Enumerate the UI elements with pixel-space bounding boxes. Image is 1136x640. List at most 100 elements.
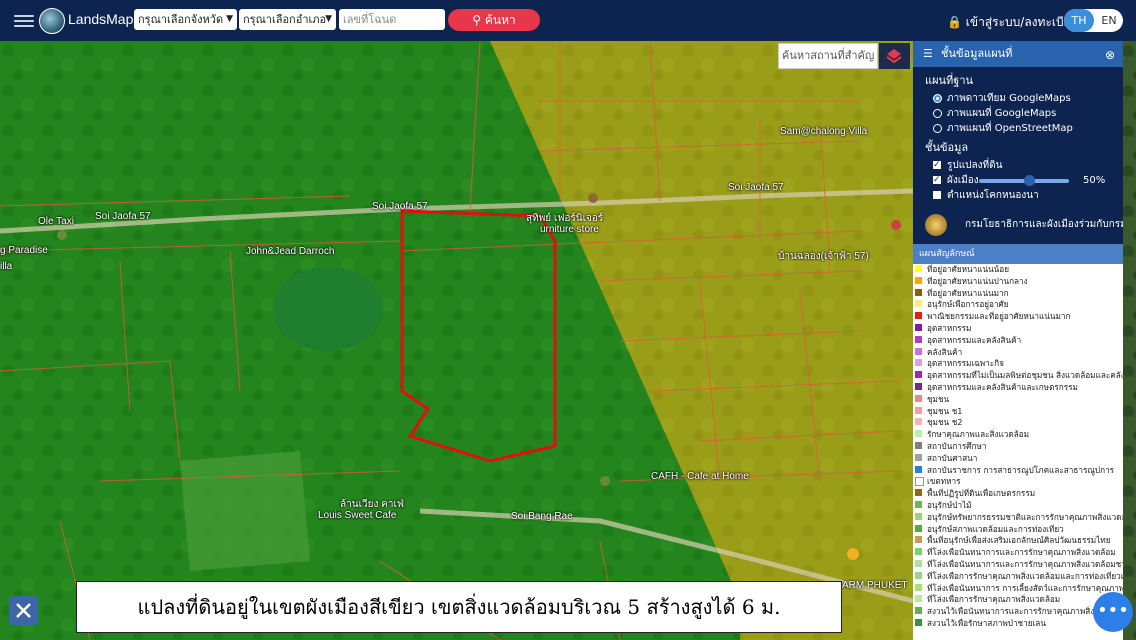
- lang-th-button[interactable]: TH: [1064, 9, 1094, 32]
- legend-item: สถาบันการศึกษา: [913, 441, 1123, 453]
- legend-swatch: [915, 500, 922, 508]
- legend-item: พาณิชยกรรมและที่อยู่อาศัยหนาแน่นมาก: [913, 311, 1123, 323]
- legend-label: พื้นที่ปฏิรูปที่ดินเพื่อเกษตรกรรม: [927, 488, 1036, 499]
- more-icon: •••: [1097, 600, 1129, 621]
- layers-icon: [886, 49, 902, 64]
- legend-item: ที่อยู่อาศัยหนาแน่นมาก: [913, 288, 1123, 300]
- radio-icon[interactable]: [933, 124, 942, 133]
- basemap-option-osm[interactable]: ภาพแผนที่ OpenStreetMap: [925, 121, 1123, 136]
- opacity-slider[interactable]: [979, 175, 1069, 186]
- map-label: ARM PHUKET: [842, 580, 908, 591]
- map-label: g Paradise: [0, 245, 48, 256]
- legend-swatch: [915, 335, 922, 343]
- legend-swatch: [915, 465, 922, 473]
- legend-swatch: [915, 418, 922, 426]
- close-icon[interactable]: ⊗: [1105, 42, 1115, 68]
- caption-box: แปลงที่ดินอยู่ในเขตผังเมืองสีเขียว เขตสิ…: [76, 581, 842, 633]
- map-label: Soi Jaofa 57: [728, 182, 784, 193]
- legend-title: แผนสัญลักษณ์: [913, 244, 1123, 264]
- checkbox-icon[interactable]: [933, 191, 941, 199]
- layers-title: ชั้นข้อมูล: [925, 141, 969, 154]
- place-search-input[interactable]: ค้นหาสถานที่สำคัญ: [778, 43, 878, 69]
- legend-label: สงวนไว้เพื่อรักษาสภาพป่าชายเลน: [927, 617, 1046, 628]
- province-select[interactable]: กรุณาเลือกจังหวัด ▼: [134, 9, 237, 30]
- legend-swatch: [915, 382, 922, 390]
- legend-label: ที่อยู่อาศัยหนาแน่นปานกลาง: [927, 275, 1028, 286]
- legend-label: รักษาคุณภาพและสิ่งแวดล้อม: [927, 429, 1030, 440]
- legend-item: ที่อยู่อาศัยหนาแน่นปานกลาง: [913, 276, 1123, 288]
- checkbox-icon[interactable]: [933, 173, 941, 188]
- opacity-value: 50%: [1083, 175, 1106, 186]
- legend-item: ที่โล่งเพื่อนันทนาการและการรักษาคุณภาพสิ…: [913, 547, 1123, 559]
- legend-item: อนุรักษ์ทรัพยากรธรรมชาติและการรักษาคุณภา…: [913, 512, 1123, 524]
- legend-label: อุตสาหกรรมที่ไม่เป็นมลพิษต่อชุมชน สิ่งแว…: [927, 370, 1123, 381]
- legend-swatch: [915, 441, 922, 449]
- legend-label: ชุมชน ช2: [927, 417, 963, 428]
- search-button[interactable]: ⚲ ค้นหา: [448, 9, 540, 31]
- legend-swatch: [915, 359, 922, 367]
- lang-en-button[interactable]: EN: [1095, 9, 1123, 32]
- layer-toggle-button[interactable]: [879, 43, 910, 69]
- legend-item: ที่โล่งเพื่อการรักษาคุณภาพสิ่งแวดล้อมและ…: [913, 571, 1123, 583]
- legend-label: อนุรักษ์ป่าไม้: [927, 499, 972, 510]
- poi-marker[interactable]: [891, 220, 901, 230]
- legend-item: อุตสาหกรรมที่ไม่เป็นมลพิษต่อชุมชน สิ่งแว…: [913, 370, 1123, 382]
- basemap-label: ภาพแผนที่ OpenStreetMap: [947, 123, 1073, 134]
- radio-icon[interactable]: [933, 109, 942, 118]
- legend-label: อนุรักษ์ทรัพยากรธรรมชาติและการรักษาคุณภา…: [927, 511, 1123, 522]
- map-label: Soi Bang Rae: [511, 511, 573, 522]
- map-label: John&Jead Darroch: [246, 246, 335, 257]
- poi-marker[interactable]: [847, 548, 859, 560]
- legend-label: ที่โล่งเพื่อนันทนาการ การเลี้ยงสัตว์และก…: [927, 582, 1123, 593]
- app-title: LandsMaps: [68, 11, 141, 27]
- basemap-label: ภาพดาวเทียม GoogleMaps: [947, 93, 1071, 104]
- legend-item: อนุรักษ์ป่าไม้: [913, 500, 1123, 512]
- legend-swatch: [915, 571, 922, 579]
- layer-label: ตำแหน่งโคกหนองนา: [947, 190, 1039, 201]
- legend-item: ที่โล่งเพื่อนันทนาการ การเลี้ยงสัตว์และก…: [913, 583, 1123, 595]
- map-label: Soi Jaofa 57: [372, 201, 428, 212]
- legend-item: อุตสาหกรรม: [913, 323, 1123, 335]
- legend-item: สงวนไว้เพื่อนันทนาการและการรักษาคุณภาพสิ…: [913, 606, 1123, 618]
- hamburger-menu-icon[interactable]: [14, 12, 34, 28]
- legend-item: อุตสาหกรรมเฉพาะกิจ: [913, 358, 1123, 370]
- legend-swatch: [915, 347, 922, 355]
- legend-swatch: [915, 300, 922, 308]
- legend-item: เขตทหาร: [913, 476, 1123, 488]
- poi-marker[interactable]: [588, 193, 598, 203]
- layers-icon: ☰: [923, 47, 933, 60]
- checkbox-icon[interactable]: [933, 158, 941, 173]
- legend-item: สถาบันศาสนา: [913, 453, 1123, 465]
- legend-label: อุตสาหกรรม: [927, 322, 972, 333]
- map-label: Ole Taxi: [38, 216, 74, 227]
- deed-number-input[interactable]: เลขที่โฉนด: [339, 9, 445, 30]
- layer-option-parcel[interactable]: รูปแปลงที่ดิน: [925, 158, 1123, 173]
- poi-marker[interactable]: [57, 230, 67, 240]
- poi-marker[interactable]: [600, 476, 610, 486]
- legend-label: คลังสินค้า: [927, 346, 963, 357]
- legend-item: อุตสาหกรรมและคลังสินค้าและเกษตรกรรม: [913, 382, 1123, 394]
- legend-label: เขตทหาร: [927, 476, 961, 487]
- layer-option-cityplan[interactable]: ผังเมือง 50%: [925, 173, 1123, 188]
- layer-label: ผังเมือง: [947, 175, 979, 186]
- login-link[interactable]: 🔒 เข้าสู่ระบบ/ลงทะเบียน: [947, 13, 1079, 32]
- legend-swatch: [915, 548, 922, 556]
- legend-label: พาณิชยกรรมและที่อยู่อาศัยหนาแน่นมาก: [927, 311, 1071, 322]
- radio-icon[interactable]: [933, 94, 942, 103]
- slider-handle[interactable]: [1024, 175, 1035, 186]
- basemap-option-satellite[interactable]: ภาพดาวเทียม GoogleMaps: [925, 91, 1123, 106]
- layer-option-khoknongna[interactable]: ตำแหน่งโคกหนองนา: [925, 188, 1123, 203]
- tools-button[interactable]: [9, 596, 38, 625]
- district-select[interactable]: กรุณาเลือกอำเภอ ▼: [239, 9, 336, 30]
- chevron-down-icon: ▼: [226, 14, 233, 24]
- map-layer-panel: ☰ ชั้นข้อมูลแผนที่ ⊗ แผนที่ฐาน ภาพดาวเที…: [913, 41, 1123, 640]
- lock-icon: 🔒: [947, 15, 962, 29]
- legend-swatch: [915, 288, 922, 296]
- agency-seal-icon: [925, 214, 947, 236]
- chat-button[interactable]: •••: [1093, 592, 1133, 632]
- legend-label: ที่โล่งเพื่อนันทนาการและการรักษาคุณภาพสิ…: [927, 558, 1123, 569]
- district-select-value: กรุณาเลือกอำเภอ: [243, 13, 327, 26]
- legend-swatch: [915, 512, 922, 520]
- basemap-option-googlemaps[interactable]: ภาพแผนที่ GoogleMaps: [925, 106, 1123, 121]
- legend-swatch: [915, 265, 922, 272]
